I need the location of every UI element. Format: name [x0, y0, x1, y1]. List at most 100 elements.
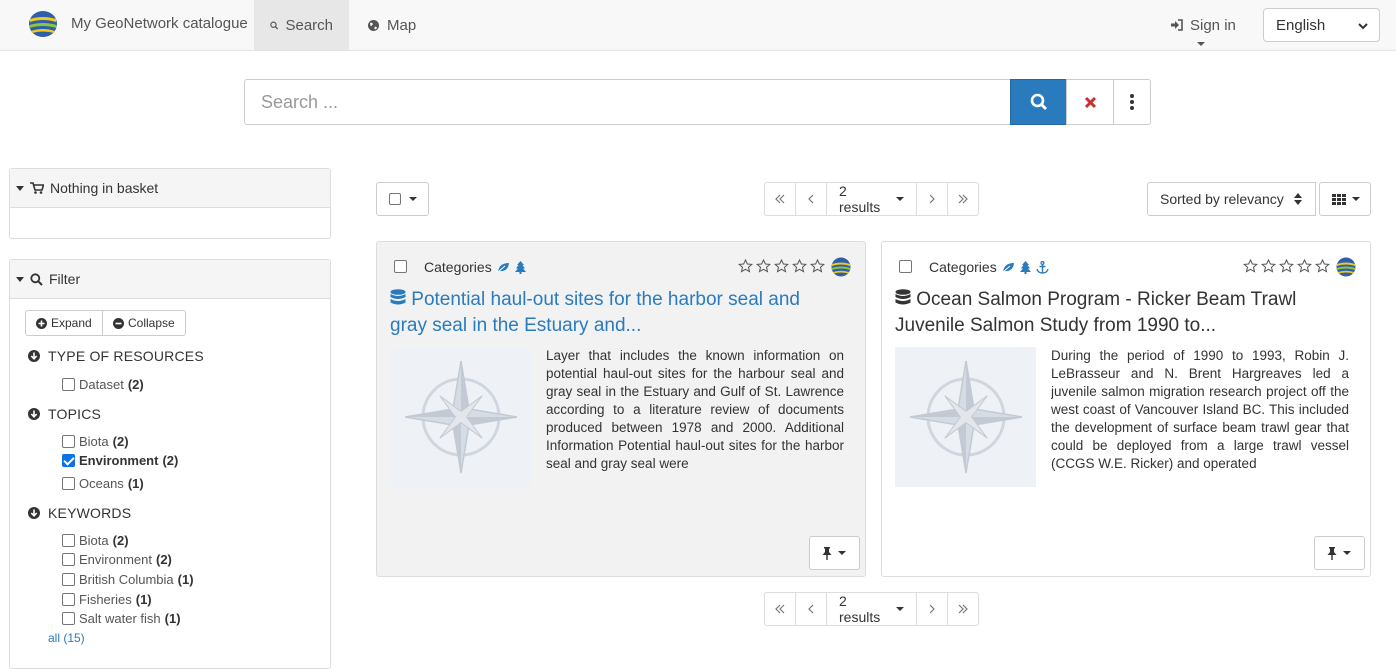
facet-type-of-resources[interactable]: TYPE OF RESOURCES — [28, 348, 204, 364]
star-icon — [810, 259, 825, 273]
tree-icon[interactable] — [514, 260, 526, 274]
prev-page-button[interactable] — [795, 592, 827, 626]
facet-item-salt-water-fish[interactable]: Salt water fish (1) — [62, 611, 181, 626]
filter-header[interactable]: Filter — [10, 260, 330, 299]
facet-title-label: TYPE OF RESOURCES — [48, 348, 204, 364]
result-card[interactable]: Categories Ocean Salmon Program - Ricker… — [881, 241, 1371, 577]
first-page-button[interactable] — [764, 592, 796, 626]
facet-item-biota[interactable]: Biota (2) — [62, 533, 129, 548]
categories-label: Categories — [929, 259, 997, 275]
facet-item-count: (1) — [164, 611, 181, 626]
clear-search-button[interactable] — [1066, 79, 1114, 125]
caret-down-icon — [896, 607, 904, 611]
result-thumbnail[interactable] — [390, 347, 531, 487]
results-count-label: 2 results — [839, 183, 881, 215]
signin-caret-icon[interactable] — [1197, 42, 1205, 46]
sort-label: Sorted by relevancy — [1160, 191, 1284, 207]
select-all-dropdown[interactable] — [376, 182, 429, 216]
collapse-button[interactable]: Collapse — [102, 310, 186, 336]
facet-checkbox[interactable] — [62, 553, 75, 566]
facet-checkbox[interactable] — [62, 378, 75, 391]
facet-item-dataset[interactable]: Dataset (2) — [62, 377, 144, 392]
last-page-button[interactable] — [947, 182, 979, 216]
caret-down-icon — [16, 276, 24, 282]
arrow-circle-down-icon — [28, 408, 40, 420]
expand-button[interactable]: Expand — [25, 310, 103, 336]
facet-topics[interactable]: TOPICS — [28, 406, 101, 422]
leaf-icon[interactable] — [1002, 262, 1015, 273]
next-page-button[interactable] — [916, 592, 948, 626]
result-card[interactable]: Categories Potential haul-out sites for … — [376, 241, 866, 577]
facet-checkbox-checked[interactable] — [62, 454, 75, 467]
language-select[interactable]: English — [1263, 8, 1380, 42]
select-all-checkbox[interactable] — [389, 193, 401, 205]
categories: Categories — [929, 259, 1049, 275]
search-input[interactable]: Search ... — [244, 79, 1011, 125]
results-count-dropdown[interactable]: 2 results — [826, 182, 917, 216]
facet-item-label: Environment — [79, 552, 152, 567]
rating-stars[interactable] — [1243, 259, 1330, 273]
facet-all-link[interactable]: all (15) — [48, 631, 85, 645]
facet-item-biota[interactable]: Biota (2) — [62, 434, 129, 449]
tree-icon[interactable] — [1019, 260, 1031, 274]
facet-checkbox[interactable] — [62, 593, 75, 606]
pin-dropdown-button[interactable] — [1314, 536, 1365, 570]
sort-dropdown[interactable]: Sorted by relevancy — [1147, 182, 1316, 216]
search-options-button[interactable] — [1113, 79, 1151, 125]
search-icon — [30, 272, 43, 286]
result-thumbnail[interactable] — [895, 347, 1036, 487]
caret-down-icon — [896, 197, 904, 201]
facet-item-label: Fisheries — [79, 592, 132, 607]
facet-checkbox[interactable] — [62, 435, 75, 448]
next-page-button[interactable] — [916, 182, 948, 216]
basket-header[interactable]: Nothing in basket — [10, 169, 330, 208]
tab-map[interactable]: Map — [351, 0, 432, 50]
result-title-link[interactable]: Ocean Salmon Program - Ricker Beam Trawl… — [895, 287, 1345, 339]
facet-item-count: (1) — [177, 572, 194, 587]
facet-checkbox[interactable] — [62, 534, 75, 547]
facet-item-label: Biota — [79, 533, 109, 548]
facet-checkbox[interactable] — [62, 573, 75, 586]
facet-checkbox[interactable] — [62, 612, 75, 625]
leaf-icon[interactable] — [497, 262, 510, 273]
facet-item-environment[interactable]: Environment (2) — [62, 453, 178, 468]
pin-dropdown-button[interactable] — [809, 536, 860, 570]
result-title: Ocean Salmon Program - Ricker Beam Trawl… — [895, 289, 1297, 336]
facet-item-count: (2) — [112, 434, 129, 449]
facet-checkbox[interactable] — [62, 477, 75, 490]
result-select-checkbox[interactable] — [394, 260, 407, 273]
star-icon — [1261, 259, 1276, 273]
caret-down-icon — [409, 197, 417, 201]
search-button[interactable] — [1010, 79, 1067, 125]
chevron-down-icon — [1358, 23, 1368, 30]
prev-page-button[interactable] — [795, 182, 827, 216]
star-icon — [738, 259, 753, 273]
result-title-link[interactable]: Potential haul-out sites for the harbor … — [390, 287, 840, 339]
last-page-button[interactable] — [947, 592, 979, 626]
geonetwork-logo[interactable] — [28, 10, 58, 38]
result-description: Layer that includes the known informatio… — [546, 348, 844, 471]
facet-item-fisheries[interactable]: Fisheries (1) — [62, 592, 152, 607]
basket-panel: Nothing in basket — [9, 168, 331, 239]
facet-item-environment[interactable]: Environment (2) — [62, 552, 172, 567]
facet-item-oceans[interactable]: Oceans (1) — [62, 476, 144, 491]
categories-label: Categories — [424, 259, 492, 275]
view-mode-dropdown[interactable] — [1319, 182, 1371, 216]
result-description: During the period of 1990 to 1993, Robin… — [1051, 348, 1349, 471]
tab-search-label: Search — [285, 16, 333, 34]
result-select-checkbox[interactable] — [899, 260, 912, 273]
rating-stars[interactable] — [738, 259, 825, 273]
tab-search[interactable]: Search — [254, 0, 349, 50]
filter-panel: Filter Expand Collapse TYPE OF RESOURCES… — [9, 259, 331, 669]
results-count-dropdown[interactable]: 2 results — [826, 592, 917, 626]
anchor-icon[interactable] — [1036, 260, 1049, 274]
facet-item-label: Environment — [79, 453, 159, 468]
facet-keywords[interactable]: KEYWORDS — [28, 505, 131, 521]
basket-label: Nothing in basket — [50, 180, 159, 196]
first-page-button[interactable] — [764, 182, 796, 216]
database-icon — [895, 289, 911, 305]
brand-title[interactable]: My GeoNetwork catalogue — [71, 15, 248, 32]
filter-label: Filter — [49, 271, 81, 287]
double-chevron-left-icon — [775, 194, 785, 204]
facet-item-british-columbia[interactable]: British Columbia (1) — [62, 572, 194, 587]
